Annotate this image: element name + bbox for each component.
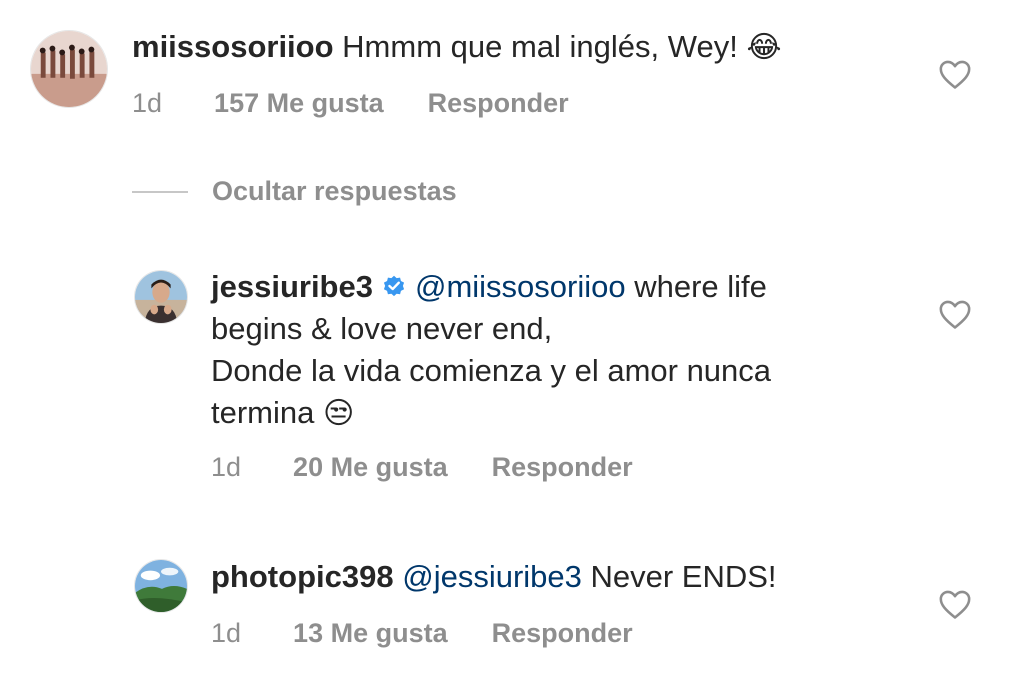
hide-replies-label: Ocultar respuestas (212, 176, 457, 206)
divider-line (132, 190, 188, 193)
verified-badge-icon (381, 273, 407, 299)
comment-meta: 1d 157 Me gusta Responder (132, 88, 569, 119)
reply-button[interactable]: Responder (492, 452, 633, 483)
avatar-image (31, 31, 107, 107)
mention-link[interactable]: @jessiuribe3 (402, 559, 582, 594)
reply-body-4: termina (211, 395, 315, 430)
reply-username[interactable]: photopic398 (211, 559, 394, 594)
comment-text: miissosoriioo Hmmm que mal inglés, Wey! … (132, 26, 782, 69)
avatar-jessiuribe3[interactable] (134, 270, 188, 324)
comment-time[interactable]: 1d (132, 88, 162, 119)
reply-line-3: Donde la vida comienza y el amor nunca (211, 353, 772, 388)
reply-body: Never ENDS! (581, 559, 777, 594)
reply-meta: 1d 20 Me gusta Responder (211, 452, 633, 483)
avatar-photopic398[interactable] (134, 559, 188, 613)
reply-username[interactable]: jessiuribe3 (211, 269, 373, 304)
reply-text: photopic398 @jessiuribe3 Never ENDS! (211, 556, 777, 598)
reply-meta: 1d 13 Me gusta Responder (211, 618, 633, 649)
reply-time[interactable]: 1d (211, 618, 241, 649)
reply-body-1: where life (625, 269, 767, 304)
comment-username[interactable]: miissosoriioo (132, 29, 334, 64)
reply-likes[interactable]: 13 Me gusta (293, 618, 448, 649)
comments-thread: miissosoriioo Hmmm que mal inglés, Wey! … (0, 0, 1024, 675)
reply-button[interactable]: Responder (492, 618, 633, 649)
reply-button[interactable]: Responder (428, 88, 569, 119)
hide-replies-toggle[interactable]: Ocultar respuestas (132, 176, 457, 207)
reply-line-4: termina 😒 (211, 392, 911, 435)
reply-text: jessiuribe3 @miissosoriioo where life beg… (211, 266, 911, 435)
comment-likes[interactable]: 157 Me gusta (214, 88, 384, 119)
reply-line-1: jessiuribe3 @miissosoriioo where life (211, 266, 911, 308)
reply-line-2: begins & love never end, (211, 311, 553, 346)
reply-time[interactable]: 1d (211, 452, 241, 483)
avatar-miissosoriioo[interactable] (30, 30, 108, 108)
avatar-image (135, 560, 187, 612)
heart-outline-icon[interactable] (938, 58, 972, 90)
unamused-emoji: 😒 (323, 396, 355, 431)
comment-body: Hmmm que mal inglés, Wey! (342, 29, 738, 64)
reply-likes[interactable]: 20 Me gusta (293, 452, 448, 483)
heart-outline-icon[interactable] (938, 588, 972, 620)
heart-outline-icon[interactable] (938, 298, 972, 330)
tears-of-joy-emoji: 😂 (746, 30, 782, 65)
mention-link[interactable]: @miissosoriioo (415, 269, 626, 304)
avatar-image (135, 271, 187, 323)
